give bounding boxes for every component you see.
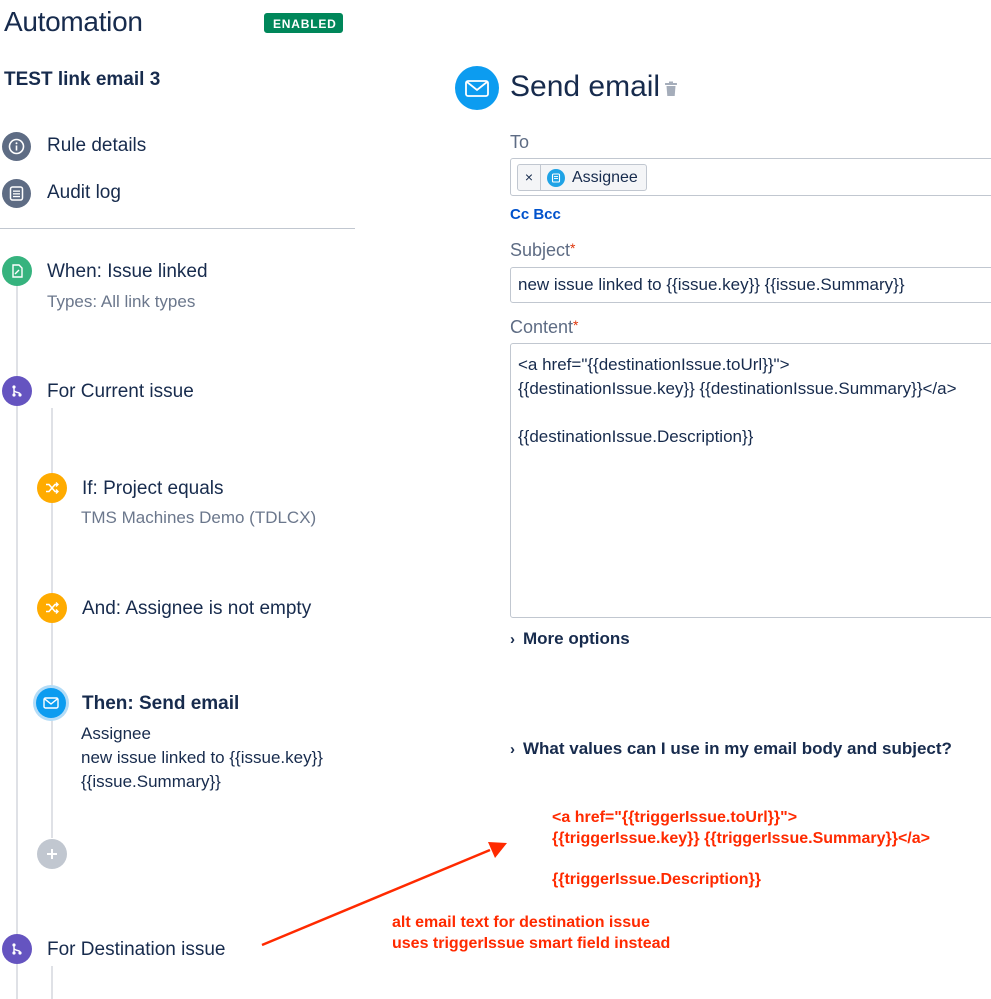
to-label: To [510, 132, 530, 152]
content-label: Content* [510, 317, 579, 337]
annotation-line: {{triggerIssue.key}} {{triggerIssue.Summ… [552, 830, 930, 847]
page-title: Automation [4, 6, 143, 37]
required-mark: * [573, 317, 579, 333]
help-values-label: What values can I use in my email body a… [523, 739, 952, 758]
annotation-arrow [261, 842, 507, 947]
condition-sub: TMS Machines Demo (TDLCX) [81, 508, 317, 527]
action-sub: Assignee [81, 724, 151, 743]
help-values-toggle[interactable]: › What values can I use in my email body… [510, 739, 952, 759]
chip-label: Assignee [572, 168, 638, 186]
mail-icon [43, 697, 59, 709]
content-line: {{destinationIssue.Description}} [518, 427, 754, 446]
branch-node[interactable] [2, 934, 32, 964]
nav-rule-details[interactable]: Rule details [0, 130, 146, 162]
nav-audit-log[interactable]: Audit log [0, 177, 121, 209]
more-options-toggle[interactable]: › More options [510, 629, 630, 649]
action-sub: new issue linked to {{issue.key}} [81, 748, 323, 767]
annotation-code: <a href="{{triggerIssue.toUrl}}"> {{trig… [552, 807, 930, 890]
plus-icon [47, 849, 57, 859]
required-mark: * [570, 240, 576, 256]
nav-label: Rule details [47, 135, 147, 156]
list-icon [2, 178, 31, 208]
trigger-label[interactable]: When: Issue linked [47, 261, 208, 283]
chevron-right-icon: › [510, 630, 515, 648]
add-step-button[interactable] [37, 839, 67, 869]
panel-title: Send email [510, 70, 661, 103]
shuffle-icon [46, 482, 59, 494]
subject-label: Subject* [510, 240, 576, 260]
trash-icon[interactable] [664, 81, 678, 102]
condition-node[interactable] [37, 593, 67, 623]
content-line: <a href="{{destinationIssue.toUrl}}"> [518, 355, 790, 374]
nav-label: Audit log [47, 182, 121, 203]
status-badge: ENABLED [264, 13, 343, 33]
branch-label[interactable]: For Destination issue [47, 939, 225, 961]
branch-label[interactable]: For Current issue [47, 381, 194, 403]
info-icon [2, 131, 31, 161]
assignee-chip[interactable]: × Assignee [517, 164, 647, 191]
trigger-sub: Types: All link types [47, 292, 196, 311]
content-textarea[interactable]: <a href="{{destinationIssue.toUrl}}"> {{… [510, 343, 991, 618]
branch-icon [12, 943, 22, 955]
annotation-line: {{triggerIssue.Description}} [552, 871, 761, 888]
condition-node[interactable] [37, 473, 67, 503]
chevron-right-icon: › [510, 740, 515, 758]
annotation-line: <a href="{{triggerIssue.toUrl}}"> [552, 809, 798, 826]
condition-label[interactable]: And: Assignee is not empty [82, 598, 311, 620]
action-sub: {{issue.Summary}} [81, 772, 221, 791]
subject-input[interactable]: new issue linked to {{issue.key}} {{issu… [510, 267, 991, 303]
trigger-icon [12, 264, 23, 278]
cc-bcc-link[interactable]: Cc Bcc [510, 206, 561, 223]
action-node[interactable] [36, 688, 66, 718]
shuffle-icon [46, 602, 59, 614]
trigger-node[interactable] [2, 256, 32, 286]
action-label[interactable]: Then: Send email [82, 693, 239, 715]
rule-name: TEST link email 3 [4, 69, 161, 90]
branch-icon [12, 385, 22, 397]
more-options-label: More options [523, 629, 630, 648]
assignee-icon [547, 168, 565, 187]
divider [0, 228, 355, 229]
chip-remove-button[interactable]: × [518, 165, 541, 190]
branch-node[interactable] [2, 376, 32, 406]
flow-line-branch2 [51, 966, 53, 999]
email-icon [455, 66, 499, 110]
condition-label[interactable]: If: Project equals [82, 478, 224, 500]
to-field[interactable]: × Assignee [510, 158, 991, 196]
content-line: {{destinationIssue.key}} {{destinationIs… [518, 379, 957, 398]
